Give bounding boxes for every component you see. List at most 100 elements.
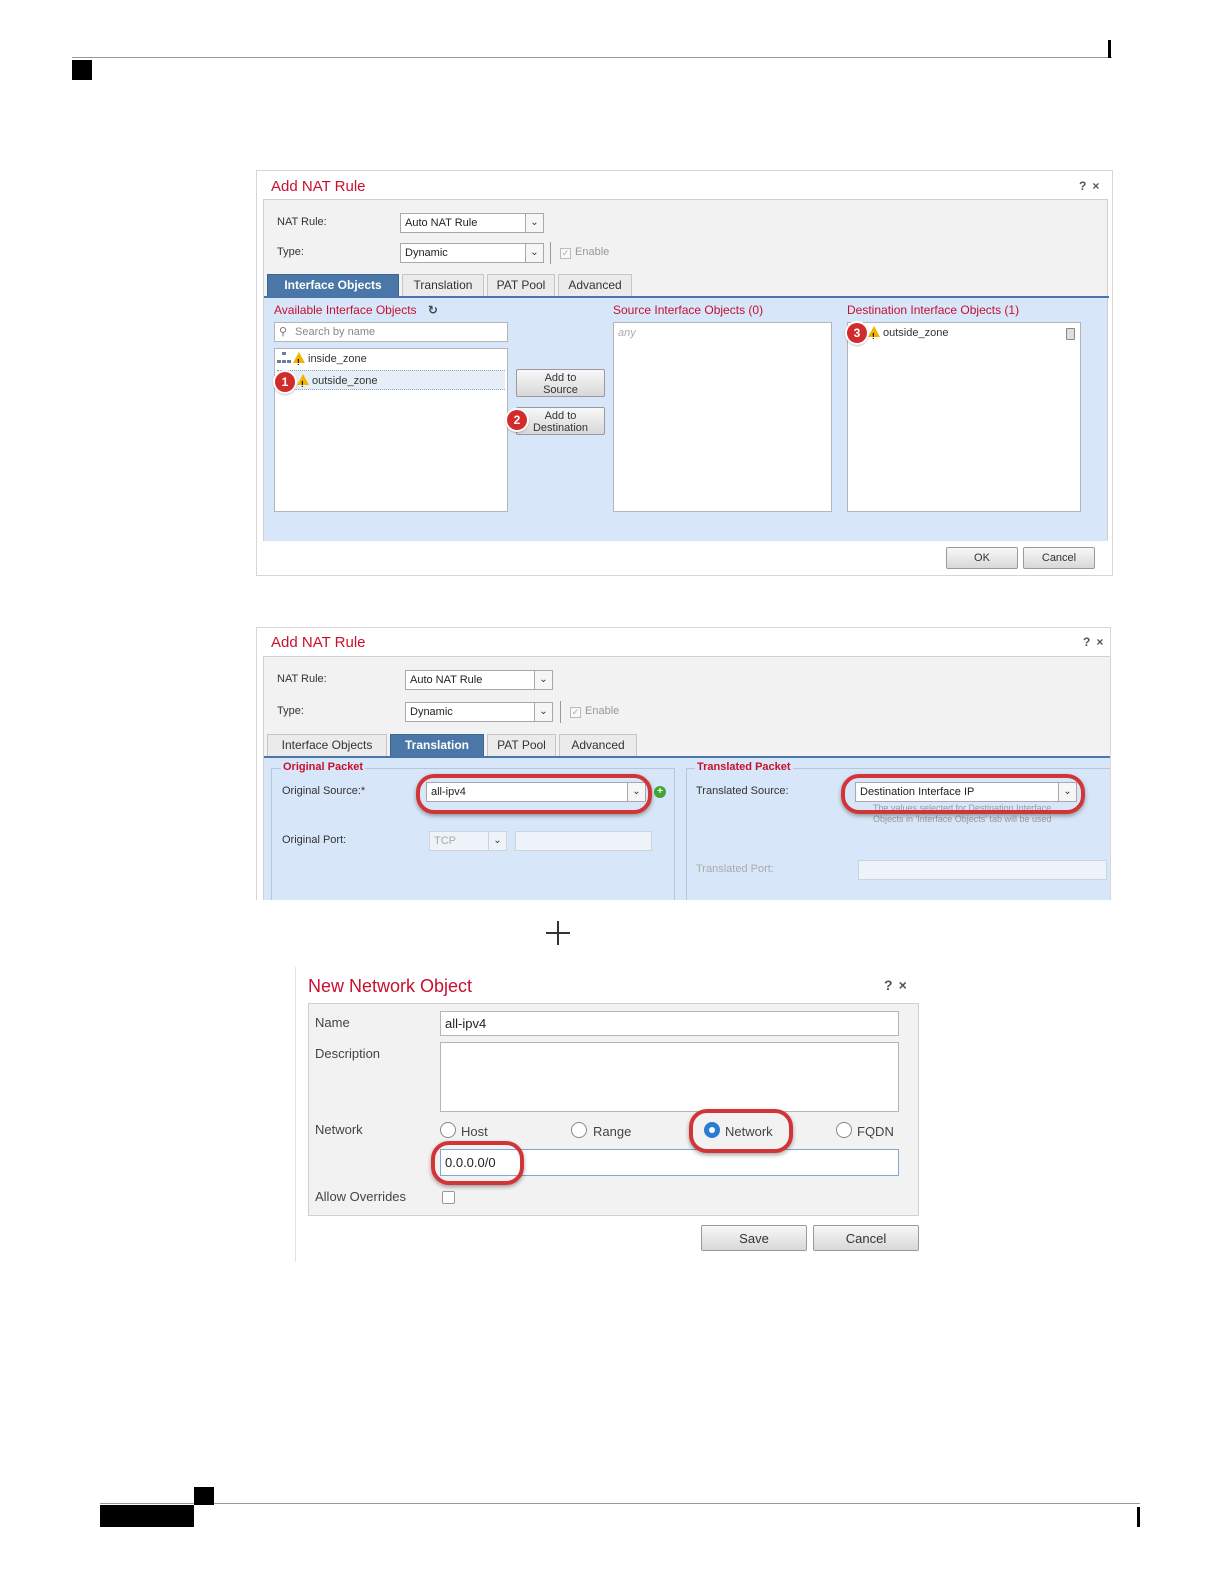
page-footer-block <box>100 1505 194 1527</box>
close-icon[interactable]: × <box>1096 635 1109 649</box>
page-footer-rule <box>100 1503 1140 1504</box>
divider <box>560 701 561 723</box>
fqdn-radio[interactable] <box>836 1122 852 1138</box>
translation-area: Original Packet Original Source:* all-ip… <box>264 758 1110 900</box>
nat-rule-value: Auto NAT Rule <box>410 674 483 686</box>
translated-port-input[interactable] <box>858 860 1107 880</box>
original-port-input[interactable] <box>515 831 652 851</box>
chevron-down-icon[interactable]: ⌄ <box>627 783 645 801</box>
allow-overrides-label: Allow Overrides <box>315 1189 407 1204</box>
tab-translation[interactable]: Translation <box>402 274 484 296</box>
note-line: The values selected for Destination Inte… <box>873 803 1052 813</box>
item-label: inside_zone <box>308 353 367 365</box>
search-input[interactable]: ⚲ Search by name <box>274 322 508 342</box>
dialog-title: Add NAT Rule <box>271 634 366 651</box>
translated-source-note: The values selected for Destination Inte… <box>873 803 1052 825</box>
enable-checkbox[interactable]: ✓ <box>570 707 581 718</box>
network-value: 0.0.0.0/0 <box>445 1155 496 1170</box>
page-corner-mark <box>72 60 92 80</box>
network-value-input[interactable]: 0.0.0.0/0 <box>440 1149 899 1176</box>
range-radio[interactable] <box>571 1122 587 1138</box>
refresh-icon[interactable]: ↻ <box>428 303 438 317</box>
new-network-object-dialog: New Network Object ?× Name all-ipv4 Desc… <box>295 967 925 1262</box>
tab-translation[interactable]: Translation <box>390 734 484 756</box>
name-input[interactable]: all-ipv4 <box>440 1011 899 1036</box>
allow-overrides-checkbox[interactable] <box>442 1191 455 1204</box>
host-radio-label: Host <box>461 1124 488 1139</box>
dialog-controls: ?× <box>1083 635 1109 649</box>
original-port-protocol-select[interactable]: TCP ⌄ <box>429 831 507 851</box>
type-label: Type: <box>277 705 304 717</box>
translated-packet-legend: Translated Packet <box>695 761 793 773</box>
help-icon[interactable]: ? <box>884 977 899 993</box>
help-icon[interactable]: ? <box>1083 635 1096 649</box>
chevron-down-icon[interactable]: ⌄ <box>525 244 543 262</box>
add-to-destination-button[interactable]: Add to Destination <box>516 407 605 435</box>
list-item[interactable]: outside_zone <box>868 323 1068 347</box>
original-packet-legend: Original Packet <box>281 761 366 773</box>
network-radio[interactable] <box>704 1122 720 1138</box>
source-objects-header: Source Interface Objects (0) <box>613 303 764 317</box>
page-header-rule <box>72 57 1112 58</box>
source-objects-list[interactable]: any <box>613 322 832 512</box>
note-line: Objects in 'Interface Objects' tab will … <box>873 814 1052 824</box>
help-icon[interactable]: ? <box>1079 179 1092 193</box>
protocol-value: TCP <box>434 835 456 847</box>
tab-advanced[interactable]: Advanced <box>558 274 632 296</box>
add-to-source-button[interactable]: Add to Source <box>516 369 605 397</box>
search-placeholder: Search by name <box>295 326 376 338</box>
range-radio-label: Range <box>593 1124 632 1139</box>
dialog-title: Add NAT Rule <box>271 178 366 195</box>
divider <box>550 242 551 264</box>
translated-source-label: Translated Source: <box>696 785 789 797</box>
type-select[interactable]: Dynamic ⌄ <box>400 243 544 263</box>
tab-advanced[interactable]: Advanced <box>559 734 637 756</box>
chevron-down-icon[interactable]: ⌄ <box>488 832 506 850</box>
description-textarea[interactable] <box>440 1042 899 1112</box>
warning-icon <box>293 352 305 373</box>
connector-plus-icon-vertical <box>557 921 559 945</box>
type-label: Type: <box>277 246 304 258</box>
dialog-controls: ?× <box>884 977 913 993</box>
original-port-label: Original Port: <box>282 834 347 846</box>
host-radio[interactable] <box>440 1122 456 1138</box>
chevron-down-icon[interactable]: ⌄ <box>534 703 552 721</box>
ok-button[interactable]: OK <box>946 547 1018 569</box>
destination-objects-list[interactable]: outside_zone <box>847 322 1081 512</box>
chevron-down-icon[interactable]: ⌄ <box>525 214 543 232</box>
warning-icon <box>868 326 880 347</box>
tab-interface-objects[interactable]: Interface Objects <box>267 734 387 756</box>
save-label: Save <box>739 1231 769 1246</box>
trash-icon[interactable] <box>1066 328 1075 340</box>
type-select[interactable]: Dynamic ⌄ <box>405 702 553 722</box>
button-line: Destination <box>532 422 589 434</box>
available-objects-list[interactable]: inside_zone outside_zone <box>274 348 508 512</box>
warning-icon <box>297 374 309 395</box>
chevron-down-icon[interactable]: ⌄ <box>1058 783 1076 801</box>
original-source-select[interactable]: all-ipv4 ⌄ <box>426 782 646 802</box>
rule-settings-panel: NAT Rule: Auto NAT Rule ⌄ Type: Dynamic … <box>263 656 1110 900</box>
tab-pat-pool[interactable]: PAT Pool <box>487 274 555 296</box>
list-item[interactable]: inside_zone <box>277 349 505 373</box>
close-icon[interactable]: × <box>899 977 913 993</box>
close-icon[interactable]: × <box>1092 179 1105 193</box>
cancel-button[interactable]: Cancel <box>813 1225 919 1251</box>
ok-label: OK <box>974 552 990 564</box>
step-badge-1: 1 <box>275 372 295 392</box>
translated-source-select[interactable]: Destination Interface IP ⌄ <box>855 782 1077 802</box>
nat-rule-select[interactable]: Auto NAT Rule ⌄ <box>405 670 553 690</box>
cancel-button[interactable]: Cancel <box>1023 547 1095 569</box>
chevron-down-icon[interactable]: ⌄ <box>534 671 552 689</box>
page-footer-bar <box>1137 1507 1140 1527</box>
interface-objects-area: Available Interface Objects ↻ ⚲ Search b… <box>264 298 1107 541</box>
type-value: Dynamic <box>410 706 453 718</box>
list-item-selected[interactable]: outside_zone <box>277 370 505 395</box>
enable-label: Enable <box>575 246 610 258</box>
tab-pat-pool[interactable]: PAT Pool <box>487 734 556 756</box>
save-button[interactable]: Save <box>701 1225 807 1251</box>
enable-checkbox[interactable]: ✓ <box>560 248 571 259</box>
nat-rule-select[interactable]: Auto NAT Rule ⌄ <box>400 213 544 233</box>
add-network-object-icon[interactable]: + <box>654 786 666 798</box>
tab-interface-objects[interactable]: Interface Objects <box>267 274 399 296</box>
nat-rule-label: NAT Rule: <box>277 673 327 685</box>
